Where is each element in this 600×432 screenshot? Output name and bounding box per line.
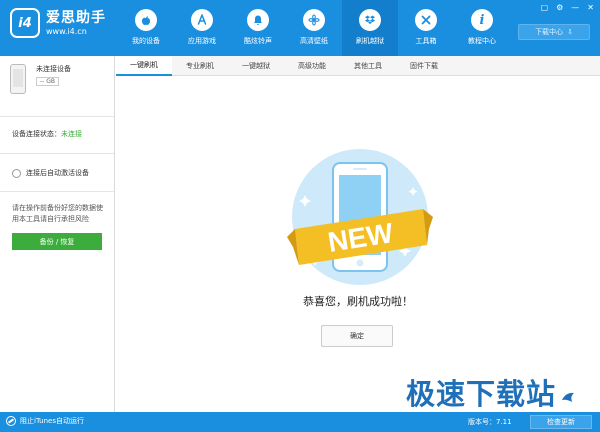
download-center-button[interactable]: 下载中心 ⇩ — [518, 24, 590, 40]
apple-icon — [135, 9, 157, 31]
app-name: 爱思助手 — [46, 9, 106, 26]
skin-icon[interactable]: ▢ — [541, 3, 549, 12]
download-icon: ⇩ — [567, 28, 573, 36]
bell-icon — [247, 9, 269, 31]
app-logo: i4 爱思助手 www.i4.cn — [10, 8, 106, 38]
main-content: NEW 恭喜您，刷机成功啦！ 确定 — [116, 77, 600, 412]
backup-restore-button[interactable]: 备份 / 恢复 — [12, 233, 102, 250]
prohibit-icon — [6, 416, 16, 426]
divider — [0, 191, 114, 192]
stop-itunes-autorun[interactable]: 阻止iTunes自动运行 — [6, 416, 84, 426]
tools-icon — [415, 9, 437, 31]
version-label: 版本号：7.11 — [468, 418, 512, 426]
nav-ringtones[interactable]: 酷炫铃声 — [230, 0, 286, 56]
tab-one-click-jailbreak[interactable]: 一键越狱 — [228, 56, 284, 76]
tab-one-click-flash[interactable]: 一键刷机 — [116, 56, 172, 76]
phone-icon — [10, 64, 26, 94]
tab-pro-flash[interactable]: 专业刷机 — [172, 56, 228, 76]
flash-success-illustration: NEW — [287, 149, 433, 285]
dropbox-icon — [359, 9, 381, 31]
main-nav: 我的设备 应用游戏 酷炫铃声 高清壁纸 刷机越狱 工具箱 i 教程中心 — [118, 0, 510, 56]
tab-advanced[interactable]: 高级功能 — [284, 56, 340, 76]
device-card: 未连接设备 -- GB — [10, 64, 71, 94]
tab-other-tools[interactable]: 其他工具 — [340, 56, 396, 76]
divider — [0, 153, 114, 154]
nav-wallpapers[interactable]: 高清壁纸 — [286, 0, 342, 56]
device-capacity: -- GB — [36, 77, 60, 86]
nav-flash-jailbreak[interactable]: 刷机越狱 — [342, 0, 398, 56]
top-header-bar: i4 爱思助手 www.i4.cn 我的设备 应用游戏 酷炫铃声 高清壁纸 刷机… — [0, 0, 600, 56]
logo-badge: i4 — [10, 8, 40, 38]
settings-icon[interactable]: ⚙ — [556, 3, 563, 12]
connection-status: 设备连接状态：未连接 — [12, 130, 82, 138]
nav-tutorials[interactable]: i 教程中心 — [454, 0, 510, 56]
app-url: www.i4.cn — [46, 26, 87, 36]
window-controls: ▢ ⚙ — ✕ — [541, 3, 594, 12]
device-name: 未连接设备 — [36, 65, 71, 73]
success-message: 恭喜您，刷机成功啦！ — [303, 295, 413, 308]
confirm-button[interactable]: 确定 — [321, 325, 393, 347]
auto-activate-radio[interactable] — [12, 168, 21, 178]
appstore-icon — [191, 9, 213, 31]
info-icon: i — [471, 9, 493, 31]
auto-activate-option[interactable]: 连接后自动激活设备 — [12, 168, 89, 178]
flower-icon — [303, 9, 325, 31]
watermark-logo — [562, 392, 574, 402]
watermark: 极速下载站 — [406, 377, 557, 411]
backup-warning: 请在操作前备份好您的数据使用本工具请自行承担风险 — [12, 204, 103, 223]
close-icon[interactable]: ✕ — [587, 3, 594, 12]
status-bar: 阻止iTunes自动运行 版本号：7.11 检查更新 — [0, 412, 600, 432]
divider — [0, 116, 114, 117]
nav-apps-games[interactable]: 应用游戏 — [174, 0, 230, 56]
minimize-icon[interactable]: — — [571, 3, 579, 12]
tab-firmware-download[interactable]: 固件下载 — [396, 56, 452, 76]
sidebar: 未连接设备 -- GB 设备连接状态：未连接 连接后自动激活设备 请在操作前备份… — [0, 56, 115, 412]
nav-my-device[interactable]: 我的设备 — [118, 0, 174, 56]
check-update-button[interactable]: 检查更新 — [530, 415, 592, 429]
sub-tabs: 一键刷机 专业刷机 一键越狱 高级功能 其他工具 固件下载 — [116, 56, 600, 76]
status-value: 未连接 — [61, 130, 82, 138]
nav-toolbox[interactable]: 工具箱 — [398, 0, 454, 56]
